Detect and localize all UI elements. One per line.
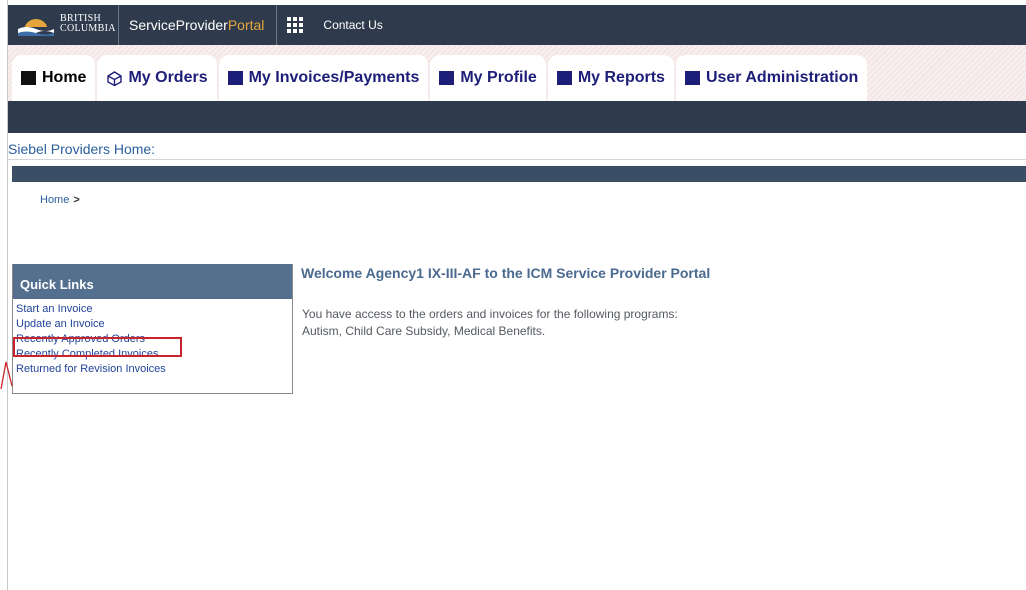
portal-name-accent: Portal <box>227 17 265 33</box>
welcome-line-2: Autism, Child Care Subsidy, Medical Bene… <box>302 324 546 338</box>
main-tab-band: Home My Orders My Invoices/Payments My P… <box>8 45 1026 101</box>
tab-my-reports[interactable]: My Reports <box>547 55 674 101</box>
welcome-line-1: You have access to the orders and invoic… <box>302 307 678 321</box>
user-admin-square-icon <box>684 71 700 85</box>
quick-links-panel: Quick Links Start an Invoice Update an I… <box>12 264 293 394</box>
tab-my-profile[interactable]: My Profile <box>430 55 546 101</box>
page-title: Siebel Providers Home: <box>8 141 156 157</box>
invoices-square-icon <box>227 71 243 85</box>
breadcrumb: Home > <box>40 194 80 206</box>
breadcrumb-home-link[interactable]: Home <box>40 194 69 206</box>
contact-us-link[interactable]: Contact Us <box>323 18 382 32</box>
annotation-arrow-icon <box>0 361 13 390</box>
bc-wordmark-line2: Columbia <box>60 23 116 34</box>
tab-home[interactable]: Home <box>12 55 96 101</box>
tab-label: My Invoices/Payments <box>248 69 420 86</box>
apps-grid-icon[interactable] <box>287 17 304 33</box>
tab-my-orders[interactable]: My Orders <box>97 55 217 101</box>
orders-package-icon <box>106 70 123 87</box>
breadcrumb-separator: > <box>73 194 80 206</box>
quick-link-returned-for-revision-invoices[interactable]: Returned for Revision Invoices <box>16 362 292 377</box>
tab-label: My Profile <box>460 69 537 86</box>
reports-square-icon <box>556 71 572 85</box>
topbar-divider <box>276 5 278 45</box>
portal-name-main: ServiceProvider <box>129 17 228 33</box>
profile-square-icon <box>439 71 455 85</box>
tab-my-invoices-payments[interactable]: My Invoices/Payments <box>218 55 429 101</box>
tab-label: My Reports <box>577 69 665 86</box>
bc-sun-logo-icon <box>16 19 56 37</box>
tab-user-administration[interactable]: User Administration <box>675 55 868 101</box>
tab-label: User Administration <box>705 69 859 86</box>
section-bar <box>12 166 1026 182</box>
portal-name[interactable]: ServiceProviderPortal <box>119 17 276 33</box>
tab-label: My Orders <box>128 69 208 86</box>
quick-link-update-invoice[interactable]: Update an Invoice <box>16 317 292 332</box>
secondary-nav-bar <box>8 101 1026 133</box>
welcome-heading: Welcome Agency1 IX-III-AF to the ICM Ser… <box>301 265 711 281</box>
heading-divider <box>8 159 1026 160</box>
quick-links-title: Quick Links <box>13 264 292 299</box>
top-navigation-bar: British Columbia ServiceProviderPortal C… <box>8 5 1026 45</box>
main-tabs: Home My Orders My Invoices/Payments My P… <box>12 55 869 101</box>
welcome-message: You have access to the orders and invoic… <box>302 306 822 340</box>
bc-logo[interactable]: British Columbia <box>8 5 118 45</box>
tab-label: Home <box>42 69 87 86</box>
bc-wordmark: British Columbia <box>60 14 116 34</box>
quick-link-start-invoice[interactable]: Start an Invoice <box>16 302 292 317</box>
highlight-box <box>13 337 182 357</box>
home-square-icon <box>21 71 36 85</box>
